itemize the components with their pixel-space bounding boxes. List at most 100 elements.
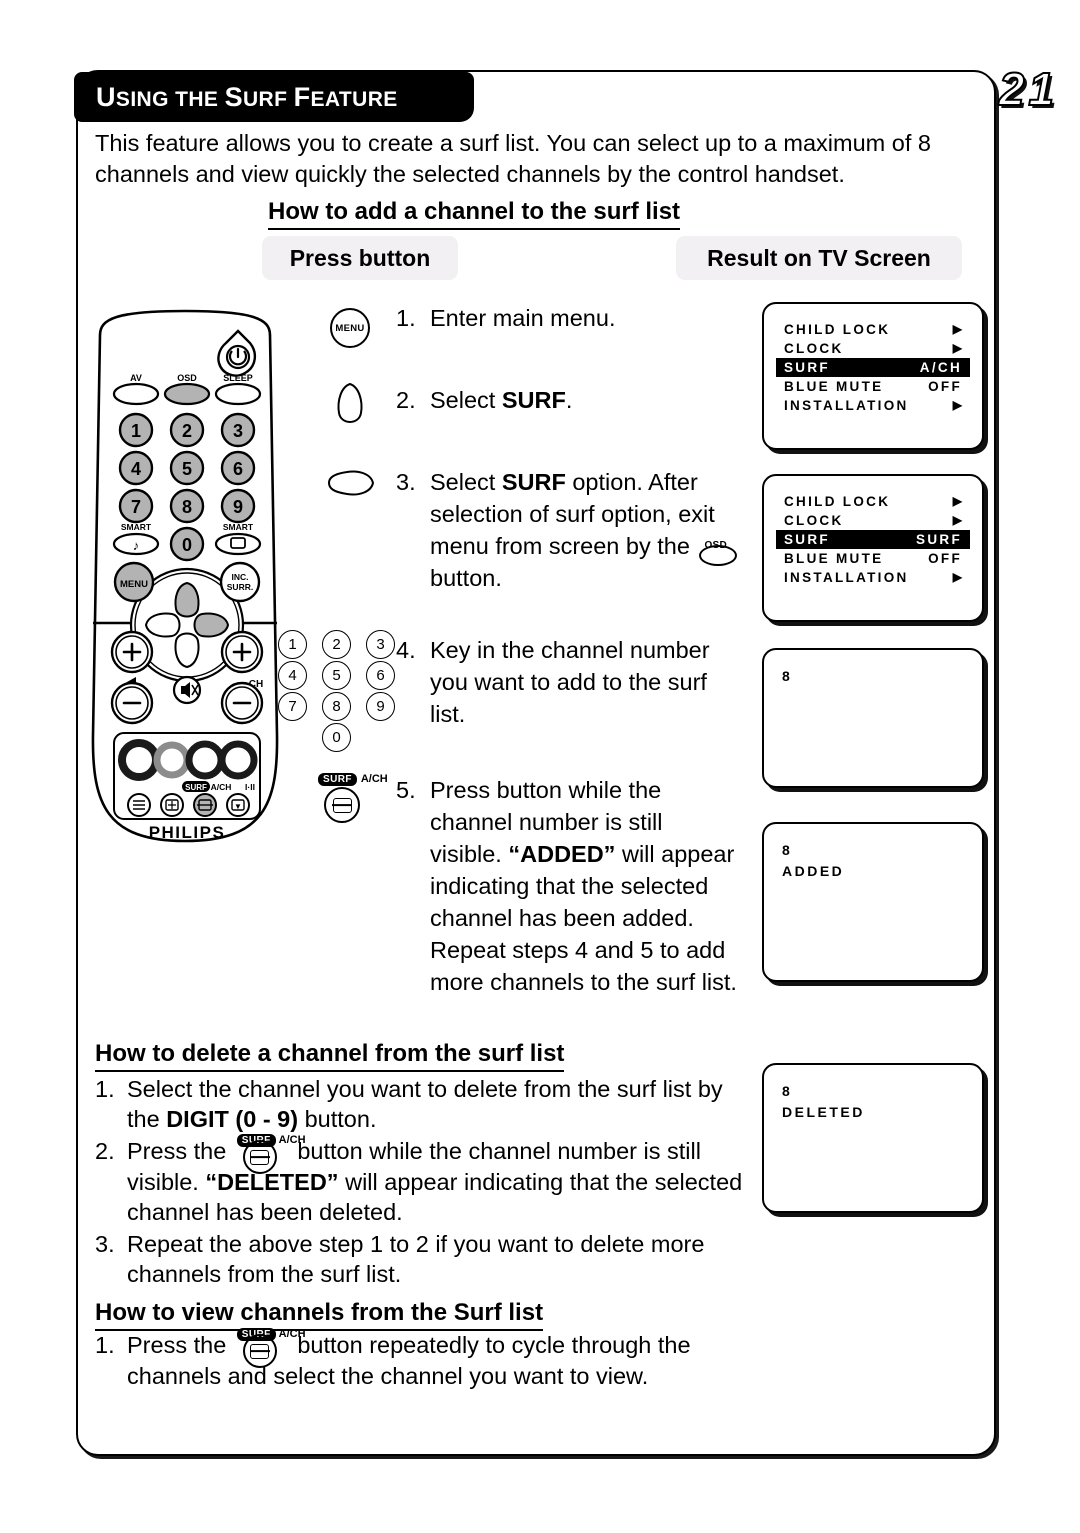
list-item-number: 1.: [95, 1076, 115, 1102]
svg-text:7: 7: [131, 497, 141, 517]
delete-instructions-list: 1. Select the channel you want to delete…: [95, 1074, 755, 1291]
surf-button-ring: [242, 1334, 277, 1368]
osd-row-label: BLUE MUTE: [784, 551, 884, 566]
osd-row-value: ▶: [952, 494, 962, 508]
step-4: 4. Key in the channel number you want to…: [396, 634, 740, 730]
keypad-key-blank: [278, 723, 305, 750]
digit-keypad-icon: 1 2 3 4 5 6 7 8 9 0: [278, 630, 410, 752]
tv-line: 8: [782, 668, 793, 684]
osd-row-label: BLUE MUTE: [784, 379, 884, 394]
osd-row-label: CLOCK: [784, 513, 844, 528]
svg-text:▼: ▼: [234, 802, 242, 811]
osd-row-value: A/CH: [919, 360, 962, 375]
svg-text:4: 4: [131, 459, 141, 479]
svg-text:A/CH: A/CH: [211, 782, 232, 792]
keypad-key: 3: [366, 630, 395, 659]
keypad-key: 0: [322, 723, 351, 752]
svg-text:0: 0: [182, 535, 192, 555]
surf-button-ring: [324, 787, 360, 823]
osd-row: CHILD LOCK ▶: [782, 492, 964, 511]
step-1: 1. Enter main menu.: [396, 302, 740, 334]
tv-line: 8: [782, 1083, 793, 1099]
osd-row-value: ▶: [952, 341, 962, 355]
osd-row-label: INSTALLATION: [784, 570, 909, 585]
osd-row: INSTALLATION ▶: [782, 568, 964, 587]
list-item-text: Repeat the above step 1 to 2 if you want…: [127, 1231, 705, 1287]
svg-text:PHILIPS: PHILIPS: [149, 823, 226, 842]
osd-row: CLOCK ▶: [782, 511, 964, 530]
ach-label: A/CH: [360, 773, 388, 785]
osd-row: INSTALLATION ▶: [782, 396, 964, 415]
svg-text:SMART: SMART: [121, 522, 152, 532]
step-1-text: Enter main menu.: [430, 305, 616, 331]
osd-button-icon: OSD: [698, 534, 738, 566]
svg-text:1: 1: [131, 421, 141, 441]
keypad-key: 1: [278, 630, 307, 659]
keypad-grid: 1 2 3 4 5 6 7 8 9 0: [278, 630, 410, 752]
step-3-text: Select SURF option. After selection of s…: [430, 466, 740, 594]
svg-text:SURF: SURF: [185, 783, 207, 792]
list-item-number: 1.: [95, 1332, 115, 1358]
tv-screen-channel-number: 8: [762, 648, 984, 788]
step-1-number: 1.: [396, 305, 416, 331]
surf-ach-button-icon: SURF A/CH: [235, 1133, 306, 1174]
svg-text:SLEEP: SLEEP: [223, 373, 253, 383]
heading-view-channels: How to view channels from the Surf list: [95, 1299, 544, 1331]
tv-line: 8: [782, 842, 793, 858]
osd-row: CHILD LOCK ▶: [782, 320, 964, 339]
keypad-key: 6: [366, 661, 395, 690]
step-2-text: Select SURF.: [430, 387, 573, 413]
list-item: 2. Press the SURF A/CH button while the c…: [95, 1133, 755, 1227]
heading-add-channel: How to add a channel to the surf list: [268, 198, 681, 230]
tv-screen-main-menu-ach: CHILD LOCK ▶ CLOCK ▶ SURF A/CH BLUE MUTE…: [762, 302, 984, 450]
osd-row-value: ▶: [952, 513, 962, 527]
intro-paragraph: This feature allows you to create a surf…: [95, 130, 931, 187]
osd-row-label: INSTALLATION: [784, 398, 909, 413]
surf-pill-label: SURF: [318, 772, 357, 786]
column-header-result-on-tv: Result on TV Screen: [676, 236, 962, 280]
step-5-number: 5.: [396, 777, 416, 803]
surf-ach-button-icon: SURF A/CH: [318, 772, 396, 823]
ach-label: A/CH: [278, 1134, 306, 1146]
list-item: 3. Repeat the above step 1 to 2 if you w…: [95, 1229, 755, 1289]
osd-row-label: SURF: [784, 532, 830, 547]
step-5-text: Press button while the channel number is…: [430, 777, 737, 995]
osd-row-value: ▶: [952, 570, 962, 584]
osd-row-value: ▶: [952, 322, 962, 336]
keypad-key: 5: [322, 661, 351, 690]
tv-screen-channel-deleted: 8 DELETED: [762, 1063, 984, 1213]
step-4-text: Key in the channel number you want to ad…: [430, 637, 710, 727]
osd-row: CLOCK ▶: [782, 339, 964, 358]
osd-row-value: OFF: [928, 379, 962, 394]
osd-row-value: SURF: [916, 532, 962, 547]
osd-row-selected: SURF A/CH: [776, 358, 970, 377]
svg-text:♪: ♪: [133, 538, 140, 553]
keypad-key: 7: [278, 692, 307, 721]
step-4-number: 4.: [396, 637, 416, 663]
list-item-text: Press the SURF A/CH button while the chan…: [127, 1133, 755, 1227]
menu-button-label: MENU: [330, 308, 370, 348]
tv-screen-channel-added: 8 ADDED: [762, 822, 984, 982]
osd-row-value: ▶: [952, 398, 962, 412]
svg-text:SURR.: SURR.: [227, 582, 253, 592]
svg-text:2: 2: [182, 421, 192, 441]
tv-screen-main-menu-surf: CHILD LOCK ▶ CLOCK ▶ SURF SURF BLUE MUTE…: [762, 474, 984, 622]
svg-text:8: 8: [182, 497, 192, 517]
osd-row: BLUE MUTE OFF: [782, 377, 964, 396]
keypad-key-blank: [366, 723, 393, 750]
list-item-text: Select the channel you want to delete fr…: [127, 1076, 723, 1132]
step-3-number: 3.: [396, 469, 416, 495]
step-2-number: 2.: [396, 387, 416, 413]
page-number: 21: [998, 62, 1058, 116]
svg-text:SMART: SMART: [223, 522, 254, 532]
svg-text:3: 3: [233, 421, 243, 441]
remote-control-illustration: AV OSD SLEEP 1 2 3 4 5 6 7 8 9 0 SMART S…: [88, 305, 283, 850]
list-item: 1. Press the SURF A/CH button repeatedly …: [95, 1327, 755, 1391]
view-instructions-list: 1. Press the SURF A/CH button repeatedly …: [95, 1327, 755, 1393]
osd-row-selected: SURF SURF: [776, 530, 970, 549]
svg-text:AV: AV: [130, 373, 142, 383]
svg-text:5: 5: [182, 459, 192, 479]
list-item-number: 3.: [95, 1231, 115, 1257]
column-header-press-button: Press button: [262, 236, 458, 280]
svg-text:I·II: I·II: [245, 782, 255, 792]
